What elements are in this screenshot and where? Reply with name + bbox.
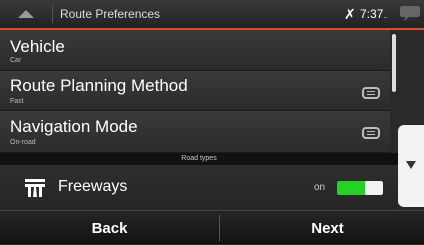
list-scrollbar[interactable]: [392, 34, 396, 92]
scroll-down-button[interactable]: [398, 125, 424, 207]
next-button[interactable]: Next: [222, 211, 424, 245]
topbar-divider: [52, 5, 53, 23]
top-bar: Route Preferences ✗ 7:37..: [0, 0, 424, 30]
toggle-knob: [365, 181, 383, 195]
freeways-row[interactable]: Freeways on: [0, 165, 398, 209]
satellite-icon: ✗: [344, 6, 356, 22]
freeways-toggle[interactable]: [337, 181, 383, 195]
setting-row-route-planning-method[interactable]: Route Planning Method Fast: [0, 71, 390, 111]
setting-label: Navigation Mode: [10, 117, 138, 136]
section-header-road-types: Road types: [0, 153, 398, 165]
bottom-bar: Back Next: [0, 210, 424, 244]
bottombar-divider: [219, 215, 220, 241]
setting-value: Car: [10, 57, 22, 64]
list-icon: [362, 87, 380, 99]
freeways-state: on: [314, 182, 326, 193]
toggle-fill: [337, 181, 367, 195]
list-icon: [362, 127, 380, 139]
setting-label: Vehicle: [10, 37, 65, 56]
setting-label: Route Planning Method: [10, 76, 188, 95]
speech-bubble-icon[interactable]: [398, 5, 422, 25]
up-arrow-icon[interactable]: [0, 0, 52, 28]
freeway-icon: [24, 179, 46, 202]
back-button[interactable]: Back: [4, 211, 215, 245]
setting-value: Fast: [10, 98, 24, 105]
freeways-label: Freeways: [58, 178, 128, 195]
down-arrow-icon: [406, 161, 416, 169]
setting-row-navigation-mode[interactable]: Navigation Mode On-road: [0, 111, 390, 153]
setting-value: On-road: [10, 139, 36, 146]
setting-row-vehicle[interactable]: Vehicle Car: [0, 30, 390, 71]
clock: 7:37..: [360, 7, 388, 21]
page-title: Route Preferences: [60, 7, 161, 21]
